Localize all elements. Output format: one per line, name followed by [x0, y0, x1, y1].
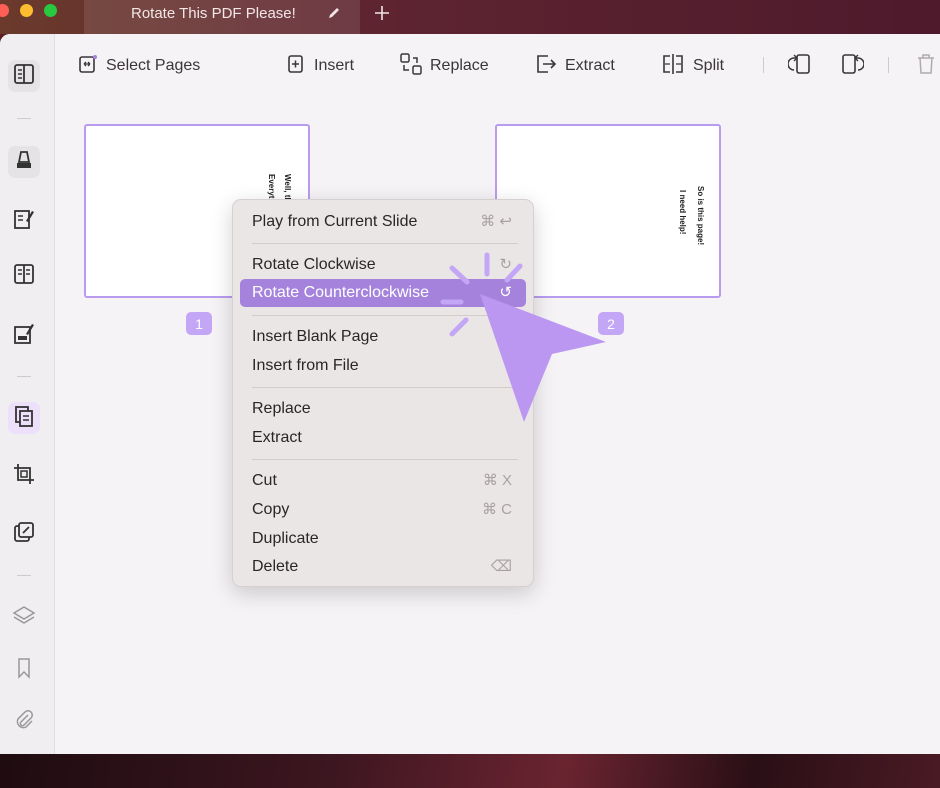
menu-separator — [252, 387, 518, 388]
sidebar-reader[interactable] — [8, 60, 40, 92]
extract-button[interactable]: Extract — [535, 54, 615, 78]
sidebar-form[interactable] — [8, 260, 40, 292]
bookmark-icon — [12, 656, 36, 685]
insert-button[interactable]: Insert — [286, 54, 354, 78]
menu-item-label: Insert from File — [252, 357, 359, 374]
rotate-counterclockwise-toolbar-button[interactable] — [787, 52, 812, 81]
rotate-left-icon — [787, 52, 812, 81]
sidebar-sign[interactable] — [8, 320, 40, 352]
menu-item-rotate-counterclockwise[interactable]: Rotate Counterclockwise ↺ — [240, 279, 526, 307]
rotate-right-icon — [840, 52, 865, 81]
menu-item-delete[interactable]: Delete ⌫ — [240, 553, 526, 581]
zoom-window-button[interactable] — [44, 4, 57, 17]
menu-item-extract[interactable]: Extract — [240, 424, 526, 452]
menu-item-insert-from-file[interactable]: Insert from File — [240, 352, 526, 380]
menu-shortcut: ⌘ X — [482, 472, 512, 489]
tools-icon — [12, 520, 36, 549]
sidebar-organize-pages[interactable] — [8, 402, 40, 434]
sidebar-attachments[interactable] — [8, 706, 40, 738]
menu-item-label: Rotate Clockwise — [252, 256, 376, 273]
extract-icon — [535, 53, 557, 80]
menu-separator — [252, 315, 518, 316]
new-tab-plus-icon[interactable] — [373, 4, 391, 27]
menu-separator — [252, 243, 518, 244]
replace-label: Replace — [430, 57, 489, 74]
sidebar-layers[interactable] — [8, 602, 40, 634]
edit-document-icon — [12, 207, 36, 236]
menu-item-label: Delete — [252, 558, 299, 575]
menu-separator — [252, 459, 518, 460]
crop-icon — [12, 462, 36, 491]
menu-item-label: Duplicate — [252, 530, 319, 547]
form-icon — [12, 262, 36, 291]
split-label: Split — [693, 57, 725, 74]
delete-key-icon: ⌫ — [490, 558, 512, 575]
select-pages-button[interactable]: Select Pages — [78, 54, 200, 78]
menu-item-rotate-clockwise[interactable]: Rotate Clockwise ↻ — [240, 251, 526, 279]
organize-pages-icon — [12, 404, 36, 433]
replace-button[interactable]: Replace — [400, 52, 489, 80]
menu-item-play-from-current-slide[interactable]: Play from Current Slide ⌘ ↩ — [240, 208, 526, 236]
menu-item-copy[interactable]: Copy ⌘ C — [240, 496, 526, 524]
rotate-clockwise-toolbar-button[interactable] — [840, 52, 865, 81]
toolbar-divider — [763, 57, 764, 73]
minimize-window-button[interactable] — [20, 4, 33, 17]
split-button[interactable]: Split — [661, 53, 725, 80]
book-open-icon — [12, 62, 36, 91]
menu-item-cut[interactable]: Cut ⌘ X — [240, 467, 526, 495]
replace-icon — [400, 52, 422, 80]
page-toolbar: Select Pages Insert Replace Extract Spli… — [54, 34, 940, 96]
menu-item-label: Insert Blank Page — [252, 328, 379, 345]
layers-icon — [12, 604, 36, 633]
rotate-clockwise-icon: ↻ — [499, 256, 512, 273]
menu-item-label: Replace — [252, 400, 311, 417]
toolbar-divider — [888, 57, 889, 73]
select-pages-label: Select Pages — [106, 57, 201, 74]
page-number-badge-1: 1 — [186, 312, 212, 335]
left-sidebar — [0, 34, 55, 754]
split-icon — [661, 53, 685, 80]
paperclip-icon — [12, 708, 36, 737]
menu-item-label: Extract — [252, 429, 302, 446]
menu-item-replace[interactable]: Replace — [240, 395, 526, 423]
select-pages-icon — [78, 54, 98, 79]
insert-page-icon — [286, 54, 306, 79]
rotate-counterclockwise-icon: ↺ — [499, 284, 512, 301]
sidebar-tools[interactable] — [8, 518, 40, 550]
title-bar: Rotate This PDF Please! — [0, 0, 940, 34]
delete-page-toolbar-button[interactable] — [916, 53, 936, 80]
sidebar-comment[interactable] — [8, 146, 40, 178]
rename-pencil-icon[interactable] — [327, 6, 341, 25]
menu-item-insert-blank-page[interactable]: Insert Blank Page — [240, 323, 526, 351]
page-context-menu: Play from Current Slide ⌘ ↩ Rotate Clock… — [232, 199, 534, 587]
menu-item-label: Rotate Counterclockwise — [252, 284, 429, 301]
close-window-button[interactable] — [0, 4, 9, 17]
tab-title: Rotate This PDF Please! — [131, 5, 296, 22]
menu-item-label: Copy — [252, 501, 290, 518]
extract-label: Extract — [565, 57, 615, 74]
insert-label: Insert — [314, 57, 355, 74]
page-number-badge-2: 2 — [598, 312, 624, 335]
menu-shortcut: ⌘ C — [482, 501, 512, 518]
trash-icon — [916, 53, 936, 80]
highlighter-icon — [12, 148, 36, 177]
sidebar-edit[interactable] — [8, 205, 40, 237]
menu-item-label: Play from Current Slide — [252, 213, 418, 230]
sidebar-divider — [17, 575, 31, 576]
menu-item-label: Cut — [252, 472, 277, 489]
page-2-text-line-1: So is this page! — [696, 186, 705, 246]
sidebar-divider — [17, 118, 31, 119]
sidebar-crop[interactable] — [8, 460, 40, 492]
menu-item-duplicate[interactable]: Duplicate — [240, 525, 526, 553]
desktop-background — [0, 754, 940, 788]
sign-document-icon — [12, 322, 36, 351]
sidebar-bookmarks[interactable] — [8, 654, 40, 686]
menu-shortcut: ⌘ ↩ — [480, 213, 512, 230]
sidebar-divider — [17, 376, 31, 377]
page-2-text-line-2: I need help! — [678, 190, 687, 235]
